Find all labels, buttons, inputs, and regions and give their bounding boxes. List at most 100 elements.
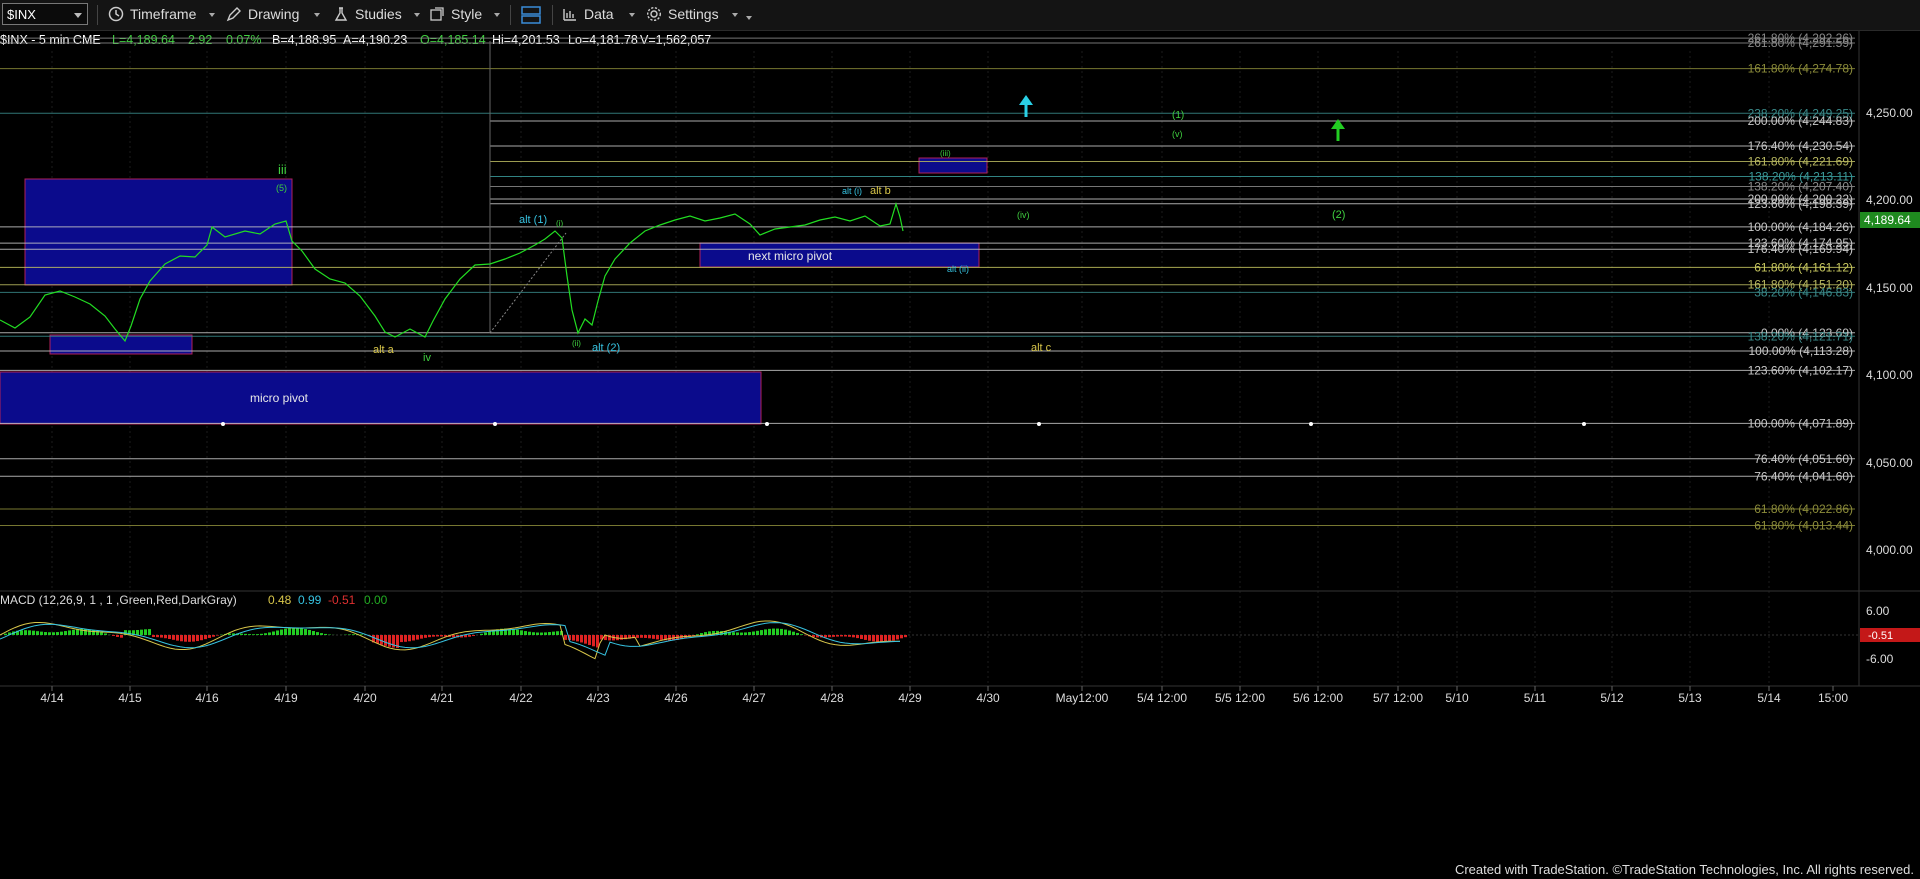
macd-bar	[800, 634, 803, 635]
macd-bar	[620, 635, 623, 640]
macd-bar	[32, 630, 35, 635]
macd-bar	[432, 635, 435, 637]
time-label: 5/12	[1600, 691, 1624, 705]
settings-label: Settings	[668, 6, 719, 22]
macd-bar	[288, 628, 291, 635]
time-label: 5/7 12:00	[1373, 691, 1423, 705]
data-caret-icon[interactable]	[629, 13, 635, 17]
macd-bar	[304, 629, 307, 635]
fib-label: 176.40% (4,230.54)	[1748, 139, 1853, 153]
macd-bar	[700, 633, 703, 635]
macd-bar	[140, 629, 143, 635]
macd-bar	[556, 631, 559, 635]
alt-1-label: alt (1)	[519, 214, 547, 226]
macd-bar	[848, 635, 851, 637]
macd-bar	[564, 635, 567, 640]
macd-bar	[84, 629, 87, 635]
macd-bar	[184, 635, 187, 642]
macd-bar	[348, 634, 351, 635]
style-menu[interactable]: Style	[429, 5, 499, 25]
macd-bar	[412, 635, 415, 641]
fib-label: 176.40% (4,169.94)	[1748, 242, 1853, 256]
macd-bar	[792, 631, 795, 635]
studies-caret-icon[interactable]	[414, 13, 420, 17]
header-change: 2.92	[188, 33, 212, 47]
macd-bar	[636, 635, 639, 638]
timeframe-caret-icon[interactable]	[209, 13, 215, 17]
macd-bar	[452, 635, 455, 638]
alt-ii-label: alt (ii)	[947, 264, 969, 274]
wave-iii-paren-label: (iii)	[940, 149, 951, 158]
macd-bar	[244, 633, 247, 635]
studies-menu[interactable]: Studies	[333, 5, 413, 25]
fib-label: 100.00% (4,071.89)	[1748, 416, 1853, 430]
time-label: 4/29	[898, 691, 922, 705]
macd-bar	[172, 635, 175, 640]
data-menu[interactable]: Data	[562, 5, 632, 25]
macd-bar	[744, 632, 747, 635]
macd-bar	[516, 629, 519, 635]
time-label: 4/19	[274, 691, 298, 705]
macd-bar	[552, 631, 555, 635]
flask-icon	[334, 7, 348, 21]
macd-bar	[652, 635, 655, 639]
price-tick: 4,200.00	[1866, 193, 1913, 207]
drawing-menu[interactable]: Drawing	[226, 5, 306, 25]
macd-bar	[644, 635, 647, 638]
macd-bar	[48, 632, 51, 635]
macd-bar	[36, 631, 39, 635]
macd-bar	[408, 635, 411, 642]
macd-bar	[796, 632, 799, 635]
macd-bar	[828, 635, 831, 638]
symbol-selector[interactable]: $INX	[2, 3, 88, 25]
settings-menu[interactable]: Settings	[646, 5, 736, 25]
macd-bar	[56, 632, 59, 635]
macd-bar	[60, 631, 63, 635]
overflow-caret-icon[interactable]	[746, 16, 752, 20]
time-label: 4/20	[353, 691, 377, 705]
wave-2-label: (2)	[1332, 209, 1345, 221]
header-pct: 0.07%	[226, 33, 261, 47]
timeframe-menu[interactable]: Timeframe	[108, 5, 198, 25]
fib-label: 261.80% (4,291.59)	[1748, 36, 1853, 50]
style-label: Style	[451, 6, 483, 22]
macd-bar	[316, 632, 319, 635]
macd-bar	[756, 630, 759, 635]
session-marker	[493, 422, 497, 426]
wave-iv-paren-label: (iv)	[1017, 210, 1030, 220]
chart-area[interactable]: $INX - 5 min CME L=4,189.64 2.92 0.07% B…	[0, 31, 1920, 861]
macd-bar	[764, 629, 767, 635]
macd-bar	[780, 628, 783, 635]
macd-bar	[696, 634, 699, 635]
style-icon	[430, 7, 444, 21]
time-label: 4/26	[664, 691, 688, 705]
layout-button[interactable]	[521, 5, 543, 25]
gear-icon	[646, 6, 662, 22]
alt-b-label: alt b	[870, 185, 891, 197]
macd-bar	[240, 633, 243, 635]
settings-caret-icon[interactable]	[732, 13, 738, 17]
macd-bar	[436, 635, 439, 637]
macd-value-3: -0.51	[328, 593, 356, 607]
macd-bar	[160, 635, 163, 638]
macd-bar	[324, 633, 327, 635]
macd-bar	[836, 635, 839, 637]
header-low: Lo=4,181.78	[568, 33, 638, 47]
toolbar-divider	[552, 5, 553, 25]
time-label: 15:00	[1818, 691, 1848, 705]
macd-bar	[524, 631, 527, 635]
macd-bar	[776, 628, 779, 635]
macd-bar	[112, 635, 115, 636]
session-marker	[1582, 422, 1586, 426]
fib-diagonal-line	[489, 232, 567, 334]
macd-bar	[180, 635, 183, 642]
macd-bar	[40, 631, 43, 635]
style-caret-icon[interactable]	[494, 13, 500, 17]
price-chart[interactable]: $INX - 5 min CME L=4,189.64 2.92 0.07% B…	[0, 31, 1920, 861]
time-label: 4/30	[976, 691, 1000, 705]
macd-bar	[760, 630, 763, 635]
alt-i-label: alt (i)	[842, 186, 862, 196]
layout-icon	[521, 6, 541, 24]
drawing-caret-icon[interactable]	[314, 13, 320, 17]
macd-bar	[596, 635, 599, 648]
